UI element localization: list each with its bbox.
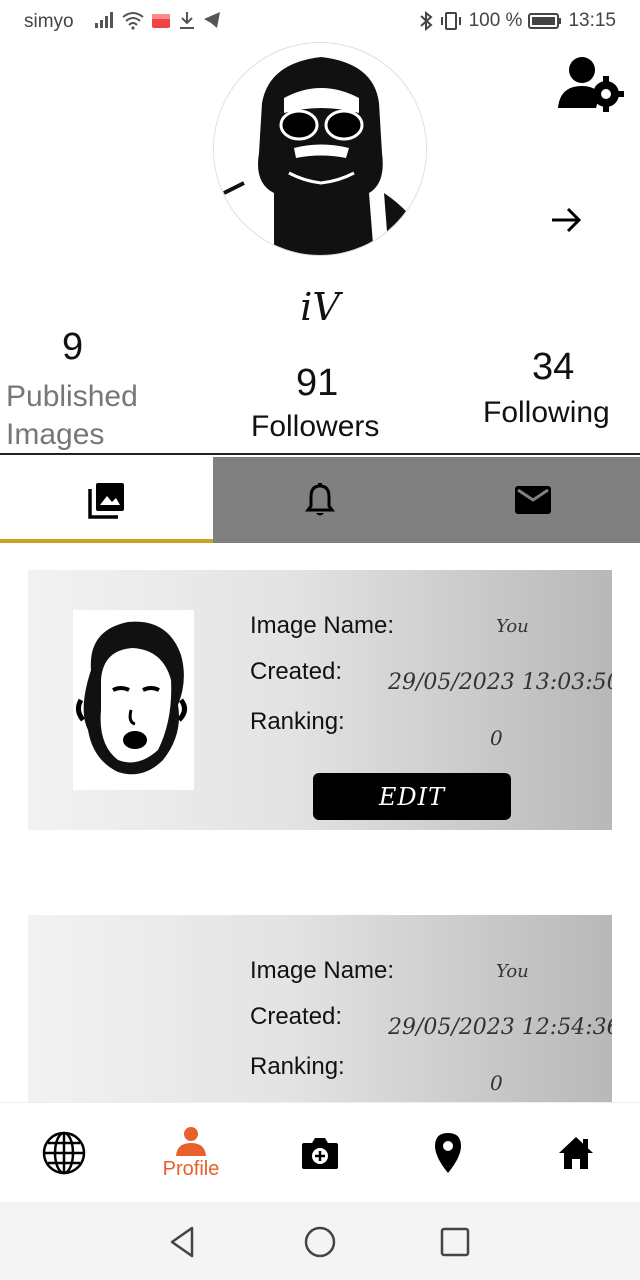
ranking-label: Ranking:	[250, 708, 345, 735]
photo-library-icon	[87, 483, 124, 519]
nav-profile-label: Profile	[162, 1157, 220, 1180]
username-text: iV	[300, 285, 340, 329]
nav-home[interactable]	[554, 1103, 598, 1203]
download-icon	[180, 12, 194, 29]
tab-messages[interactable]	[426, 457, 640, 543]
carrier-name: simyo	[24, 11, 74, 32]
battery-percent: 100 %	[468, 10, 523, 31]
image-name-label: Image Name:	[250, 957, 395, 984]
status-bar: simyo 100 % 13:15	[0, 0, 640, 44]
profile-tabs	[0, 457, 640, 543]
mail-icon	[515, 486, 551, 514]
username: iV	[280, 285, 360, 335]
location-pin-icon	[435, 1133, 461, 1173]
clock: 13:15	[568, 10, 616, 31]
nav-profile[interactable]: Profile	[146, 1103, 236, 1203]
created-value: 29/05/2023 13:03:50	[388, 670, 612, 695]
following-count[interactable]: 34	[532, 346, 574, 389]
telegram-icon	[204, 12, 220, 28]
created-label: Created:	[250, 658, 343, 685]
published-label: Published Images	[6, 380, 138, 451]
app-notification-icon	[152, 14, 170, 28]
globe-icon	[42, 1131, 86, 1175]
status-icons-right: 100 % 13:15	[419, 10, 616, 32]
image-name-value: You	[496, 961, 529, 982]
image-card[interactable]: Image Name: You Created: 29/05/2023 12:5…	[28, 915, 612, 1115]
person-icon	[176, 1126, 206, 1156]
nav-camera[interactable]	[296, 1103, 344, 1203]
back-icon[interactable]	[164, 1224, 200, 1260]
home-icon	[559, 1137, 593, 1169]
image-name-value: You	[496, 616, 529, 637]
home-circle-icon[interactable]	[302, 1224, 338, 1260]
signal-icon	[95, 12, 113, 28]
bell-icon	[304, 483, 335, 516]
nav-explore[interactable]	[36, 1103, 92, 1203]
created-label: Created:	[250, 1003, 343, 1030]
tab-notifications[interactable]	[213, 457, 426, 543]
user-settings-icon	[558, 57, 624, 112]
followers-label[interactable]: Followers	[251, 410, 379, 444]
image-name-label: Image Name:	[250, 612, 395, 639]
camera-icon	[302, 1138, 338, 1169]
published-count: 9	[62, 326, 84, 368]
profile-avatar[interactable]	[213, 42, 427, 256]
following-label[interactable]: Following	[483, 396, 610, 430]
system-navigation-bar	[0, 1202, 640, 1280]
vibrate-icon	[440, 12, 461, 30]
bottom-navigation: Profile	[0, 1102, 640, 1202]
thumbnail-photo	[73, 610, 194, 790]
forward-arrow-button[interactable]	[546, 200, 586, 240]
wifi-icon	[122, 12, 144, 30]
image-thumbnail[interactable]	[73, 610, 194, 790]
tab-images[interactable]	[0, 457, 213, 543]
ranking-value: 0	[490, 1071, 503, 1095]
bluetooth-icon	[419, 11, 433, 31]
edit-button[interactable]: EDIT	[313, 773, 511, 820]
ranking-label: Ranking:	[250, 1053, 345, 1080]
followers-count[interactable]: 91	[296, 362, 338, 405]
avatar-photo	[214, 43, 426, 255]
nav-map[interactable]	[426, 1103, 470, 1203]
arrow-right-icon	[552, 207, 582, 233]
user-settings-button[interactable]	[556, 54, 624, 112]
header-divider	[0, 453, 640, 455]
image-card[interactable]: Image Name: You Created: 29/05/2023 13:0…	[28, 570, 612, 830]
recents-icon[interactable]	[437, 1224, 473, 1260]
battery-icon	[528, 13, 562, 29]
created-value: 29/05/2023 12:54:36	[388, 1015, 612, 1040]
ranking-value: 0	[490, 726, 503, 750]
status-icons-left	[94, 10, 222, 30]
